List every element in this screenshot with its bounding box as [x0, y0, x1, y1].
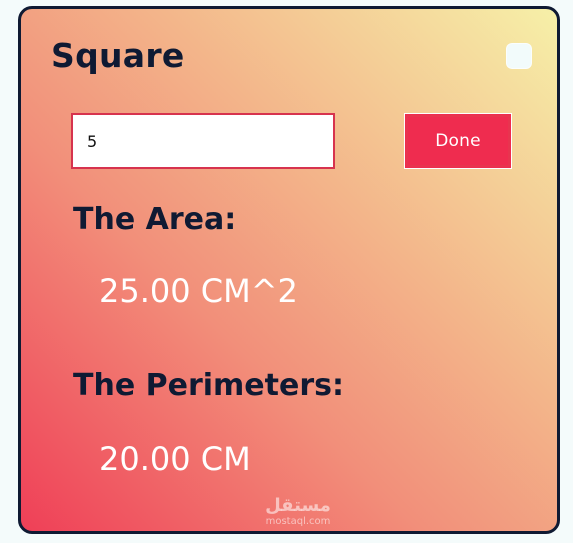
select-checkbox[interactable] — [506, 43, 532, 69]
card-title: Square — [51, 36, 185, 75]
side-length-input[interactable] — [73, 115, 333, 167]
perimeter-value: 20.00 CM — [99, 440, 251, 478]
watermark-latin: mostaql.com — [265, 516, 331, 527]
done-button-label: Done — [435, 131, 481, 151]
watermark-logo: مستقل mostaql.com — [253, 497, 343, 527]
watermark-arabic: مستقل — [265, 495, 331, 516]
shape-card: Square Done The Area: 25.00 CM^2 The Per… — [18, 6, 560, 534]
side-length-field[interactable] — [71, 113, 335, 169]
done-button[interactable]: Done — [404, 113, 512, 169]
area-heading: The Area: — [73, 202, 237, 237]
perimeter-heading: The Perimeters: — [73, 368, 344, 403]
page: Square Done The Area: 25.00 CM^2 The Per… — [0, 0, 573, 543]
area-value: 25.00 CM^2 — [99, 272, 298, 310]
